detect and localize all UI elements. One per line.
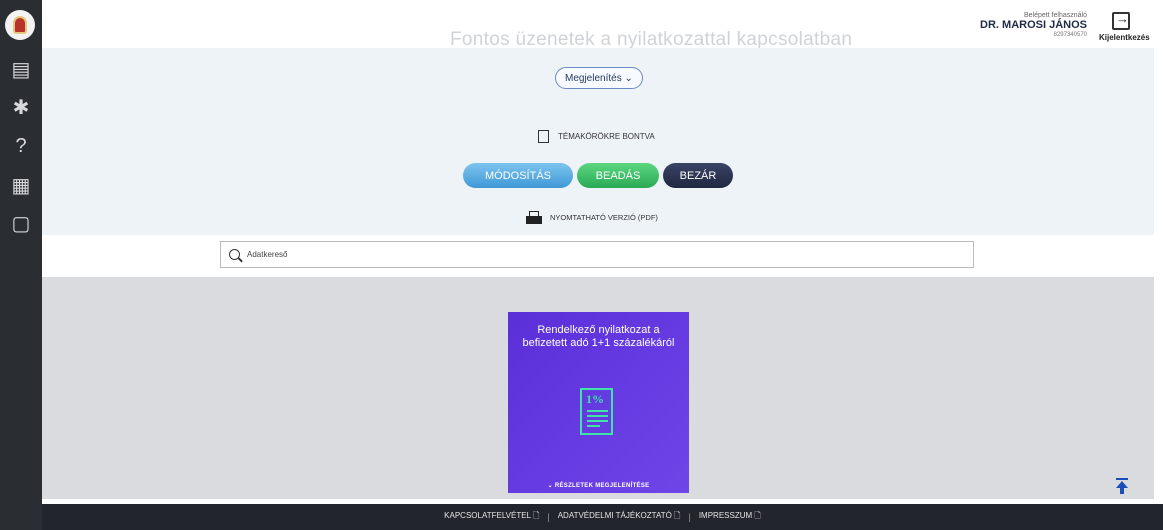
topics-label: TÉMAKÖRÖKRE BONTVA xyxy=(558,132,655,141)
close-button[interactable]: BEZÁR xyxy=(663,163,733,188)
printable-label: NYOMTATHATÓ VERZIÓ (PDF) xyxy=(550,213,658,222)
search-input[interactable]: Adatkereső xyxy=(220,241,974,268)
logout-icon xyxy=(1112,11,1130,30)
footer: KAPCSOLATFELVÉTEL 🗋 | ADATVÉDELMI TÁJÉKO… xyxy=(42,504,1163,530)
logout-button[interactable]: Kijelentkezés xyxy=(1099,11,1150,42)
help-icon[interactable]: ? xyxy=(8,133,34,159)
scroll-gutter xyxy=(1154,48,1163,499)
footer-links: KAPCSOLATFELVÉTEL 🗋 | ADATVÉDELMI TÁJÉKO… xyxy=(42,504,1163,530)
submit-button[interactable]: BEADÁS xyxy=(577,163,659,188)
card-title: Rendelkező nyilatkozat a befizetett adó … xyxy=(522,324,675,349)
user-info: Belépett felhasználó DR. MAROSI JÁNOS 82… xyxy=(980,12,1087,38)
footer-link-contact[interactable]: KAPCSOLATFELVÉTEL 🗋 xyxy=(444,510,539,524)
declaration-card[interactable]: Rendelkező nyilatkozat a befizetett adó … xyxy=(508,312,689,493)
show-details-button[interactable]: ⌄ RÉSZLETEK MEGJELENÍTÉSE xyxy=(508,482,689,489)
display-dropdown-button[interactable]: Megjelenítés ⌄ xyxy=(555,67,643,89)
percent-text: 1% xyxy=(586,392,604,406)
document-icon[interactable]: ▢ xyxy=(8,210,34,236)
left-sidebar: ▤ ✱ ? ▦ ▢ xyxy=(0,0,42,530)
declaration-list-icon[interactable]: ▤ xyxy=(8,56,34,82)
topics-toggle[interactable]: TÉMAKÖRÖKRE BONTVA xyxy=(538,130,655,143)
search-icon xyxy=(229,249,240,260)
search-placeholder: Adatkereső xyxy=(247,250,288,259)
footer-separator: | xyxy=(688,512,691,522)
topics-list-icon xyxy=(538,130,549,143)
accessibility-icon[interactable]: ✱ xyxy=(8,94,34,120)
coat-of-arms-icon xyxy=(13,16,27,34)
search-strip: Adatkereső xyxy=(42,235,1154,277)
user-id: 8297340570 xyxy=(1053,32,1087,38)
modify-button[interactable]: MÓDOSÍTÁS xyxy=(463,163,573,188)
logo[interactable] xyxy=(5,10,35,40)
top-header: Fontos üzenetek a nyilatkozattal kapcsol… xyxy=(42,0,1163,50)
footer-link-imprint[interactable]: IMPRESSZUM 🗋 xyxy=(699,510,761,524)
calendar-2020-icon[interactable]: ▦ xyxy=(8,172,34,198)
footer-separator: | xyxy=(547,512,550,522)
printable-version-link[interactable]: NYOMTATHATÓ VERZIÓ (PDF) xyxy=(526,211,658,224)
printer-icon xyxy=(526,211,542,224)
declaration-panel: Megjelenítés ⌄ TÉMAKÖRÖKRE BONTVA MÓDOSÍ… xyxy=(42,48,1154,235)
percent-document-icon: 1% xyxy=(580,388,613,435)
user-name: DR. MAROSI JÁNOS xyxy=(980,19,1087,31)
logout-label: Kijelentkezés xyxy=(1099,33,1150,42)
content-area: Rendelkező nyilatkozat a befizetett adó … xyxy=(42,277,1154,499)
back-to-top-icon[interactable] xyxy=(1116,478,1128,494)
user-label: Belépett felhasználó xyxy=(1023,12,1087,19)
footer-link-privacy[interactable]: ADATVÉDELMI TÁJÉKOZTATÓ 🗋 xyxy=(558,510,681,524)
